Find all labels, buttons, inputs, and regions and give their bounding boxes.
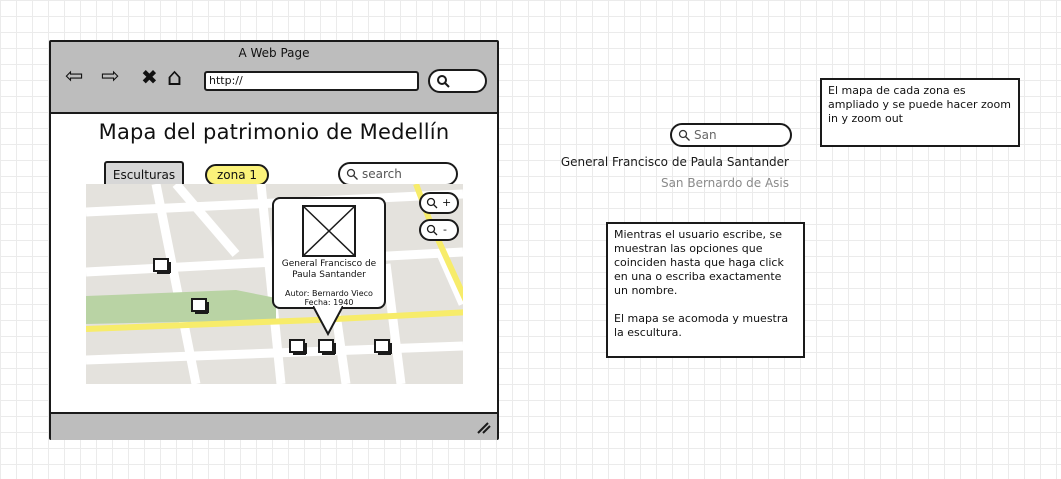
search-go-button[interactable] <box>428 69 487 93</box>
home-button[interactable]: ⌂ <box>167 65 182 89</box>
autocomplete-value: San <box>694 128 717 142</box>
popup-pointer <box>313 306 343 336</box>
zoom-note: El mapa de cada zona es ampliado y se pu… <box>820 78 1020 147</box>
stop-button[interactable]: ✖ <box>141 66 158 88</box>
sculpture-popup: General Francisco de Paula Santander Aut… <box>272 197 386 309</box>
sculpture-marker[interactable] <box>374 339 392 359</box>
sculpture-marker[interactable] <box>289 339 307 359</box>
search-note-text-2: El mapa se acomoda y muestra la escultur… <box>614 312 789 339</box>
autocomplete-option[interactable]: San Bernardo de Asis <box>661 176 789 190</box>
sculpture-marker[interactable] <box>191 298 209 318</box>
sculpture-marker[interactable] <box>153 258 171 278</box>
image-placeholder-icon <box>302 205 356 257</box>
zoom-out-icon <box>426 224 438 236</box>
zone-selector[interactable]: zona 1 <box>205 164 269 186</box>
zoom-in-icon <box>426 197 438 209</box>
zoom-out-label: - <box>443 223 447 236</box>
search-placeholder: search <box>362 167 402 181</box>
zoom-in-label: + <box>442 196 452 209</box>
url-input[interactable]: http:// <box>204 71 419 91</box>
resize-grip-icon[interactable] <box>475 420 491 434</box>
popup-sculpture-name: General Francisco de Paula Santander <box>281 259 377 280</box>
back-button[interactable]: ⇦ <box>65 66 83 88</box>
sculpture-marker-icon <box>374 339 392 355</box>
sculpture-marker-icon <box>289 339 307 355</box>
sculpture-marker-icon <box>318 339 336 355</box>
browser-status-bar <box>51 412 497 440</box>
browser-title: A Web Page <box>238 46 310 60</box>
map-search-input[interactable]: search <box>338 162 458 186</box>
zoom-out-button[interactable]: - <box>419 219 459 241</box>
autocomplete-input[interactable]: San <box>670 123 792 147</box>
page-title: Mapa del patrimonio de Medellín <box>98 120 450 144</box>
search-icon <box>437 75 450 88</box>
sculpture-marker-icon <box>153 258 171 274</box>
search-note-text-1: Mientras el usuario escribe, se muestran… <box>614 228 784 297</box>
search-icon <box>678 129 690 141</box>
search-note: Mientras el usuario escribe, se muestran… <box>606 222 805 358</box>
zoom-in-button[interactable]: + <box>419 192 459 214</box>
sculpture-marker-selected[interactable] <box>318 339 336 359</box>
sculpture-marker-icon <box>191 298 209 314</box>
popup-author: Autor: Bernardo Vieco <box>285 289 373 298</box>
forward-button[interactable]: ⇨ <box>101 66 119 88</box>
search-icon <box>346 168 358 180</box>
browser-window: A Web Page ⇦ ⇨ ✖ ⌂ http:// Mapa del patr… <box>49 40 499 440</box>
autocomplete-option[interactable]: General Francisco de Paula Santander <box>561 155 789 169</box>
browser-chrome: A Web Page ⇦ ⇨ ✖ ⌂ http:// <box>51 42 497 114</box>
